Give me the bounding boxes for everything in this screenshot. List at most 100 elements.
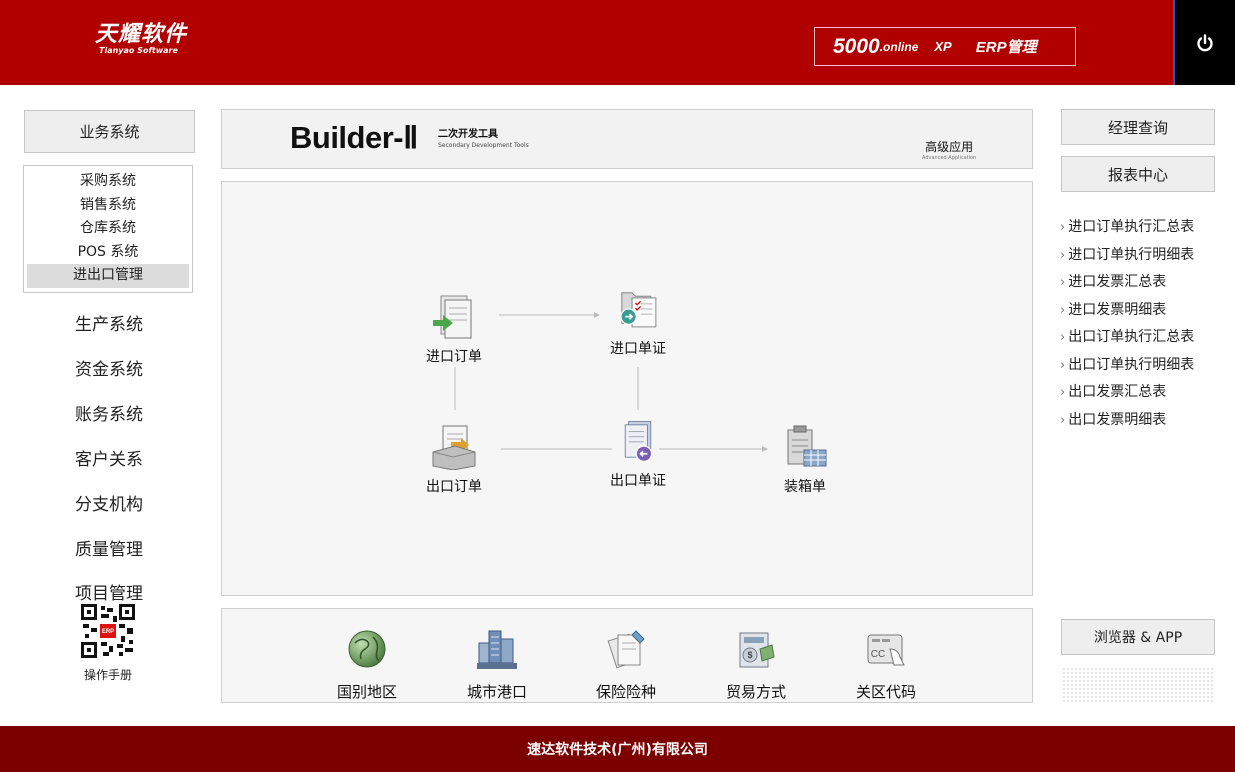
user-manual-label[interactable]: 操作手册 — [70, 666, 146, 683]
chevron-right-icon: › — [1060, 330, 1066, 345]
report-link[interactable]: › 出口订单执行汇总表 — [1060, 324, 1194, 352]
builder-subtitle-cn: 二次开发工具 — [438, 129, 498, 140]
chevron-right-icon: › — [1060, 275, 1066, 290]
tool-label-city-port: 城市港口 — [466, 683, 527, 701]
flow-label-export-document: 出口单证 — [610, 473, 666, 489]
workflow-connectors — [454, 312, 768, 452]
builder-banner[interactable]: Builder-Ⅱ 二次开发工具 Secondary Development T… — [221, 109, 1033, 169]
export-document-icon — [624, 420, 653, 463]
report-label: 进口订单执行明细表 — [1068, 246, 1195, 263]
sidebar-item-project[interactable]: 项目管理 — [23, 579, 195, 604]
flow-label-import-order: 进口订单 — [426, 349, 482, 365]
report-link[interactable]: › 进口发票汇总表 — [1060, 269, 1194, 297]
svg-text:CC: CC — [871, 649, 885, 660]
flow-node-import-document[interactable]: 进口单证 — [593, 286, 683, 358]
insurance-icon — [607, 630, 645, 669]
sidebar-item-accounting[interactable]: 账务系统 — [23, 400, 195, 425]
tool-trade-method[interactable]: $ 贸易方式 — [708, 627, 804, 702]
svg-text:ERP: ERP — [102, 629, 114, 635]
chevron-right-icon: › — [1060, 247, 1066, 263]
tool-label-trade-method: 贸易方式 — [725, 683, 786, 701]
tool-label-insurance: 保险险种 — [595, 683, 656, 701]
sidebar-item-funds[interactable]: 资金系统 — [23, 355, 195, 380]
customs-code-icon: CC — [867, 634, 905, 666]
submenu-item-warehouse[interactable]: 仓库系统 — [27, 217, 189, 241]
business-submenu: 采购系统 销售系统 仓库系统 POS 系统 进出口管理 — [23, 165, 193, 293]
flow-label-packing-list: 装箱单 — [784, 479, 826, 495]
power-button[interactable] — [1173, 0, 1235, 85]
city-port-icon — [477, 630, 517, 669]
chevron-right-icon: › — [1060, 385, 1066, 400]
sidebar-item-quality[interactable]: 质量管理 — [23, 535, 195, 560]
advanced-application[interactable]: 高级应用 Advanced Application — [922, 138, 976, 161]
power-icon — [1197, 33, 1213, 51]
builder-subtitle-en: Secondary Development Tools — [438, 142, 529, 149]
qr-code-icon[interactable]: ERP — [81, 604, 135, 658]
report-link[interactable]: › 出口发票汇总表 — [1060, 379, 1194, 407]
submenu-item-import-export[interactable]: 进出口管理 — [27, 264, 189, 288]
flow-node-packing-list[interactable]: 装箱单 — [760, 424, 850, 496]
trade-method-icon: $ — [739, 632, 775, 668]
sidebar-item-production[interactable]: 生产系统 — [23, 310, 195, 335]
brand-logo: 天耀软件 Tianyao Software — [95, 24, 187, 56]
basic-data-panel: 国别地区 城市港口 保险险种 $ 贸易方式 CC 关区代码 — [221, 608, 1033, 703]
import-order-icon — [433, 295, 472, 339]
report-label: 进口发票明细表 — [1068, 301, 1167, 318]
manager-query-button[interactable]: 经理查询 — [1061, 109, 1215, 145]
report-label: 进口发票汇总表 — [1068, 274, 1167, 290]
submenu-item-purchase[interactable]: 采购系统 — [27, 170, 189, 194]
version-online: .online — [879, 39, 919, 54]
report-link[interactable]: › 出口订单执行明细表 — [1060, 352, 1194, 380]
browser-app-button[interactable]: 浏览器 & APP — [1061, 619, 1215, 655]
flow-label-import-document: 进口单证 — [610, 341, 666, 357]
report-link[interactable]: › 进口订单执行明细表 — [1060, 242, 1194, 270]
advanced-label-en: Advanced Application — [922, 155, 977, 161]
export-order-icon — [432, 425, 476, 471]
tool-country-region[interactable]: 国别地区 — [319, 627, 415, 702]
top-header: 天耀软件 Tianyao Software 5000 .online XP ER… — [0, 0, 1235, 85]
tool-label-country-region: 国别地区 — [336, 683, 397, 701]
flow-node-export-order[interactable]: 出口订单 — [409, 424, 499, 496]
tool-customs-code[interactable]: CC 关区代码 — [838, 627, 934, 702]
version-xp: XP — [934, 39, 952, 54]
report-label: 出口发票汇总表 — [1068, 384, 1167, 400]
footer-bar: 速达软件技术(广州)有限公司 — [0, 726, 1235, 772]
flow-node-export-document[interactable]: 出口单证 — [593, 418, 683, 490]
advanced-label-cn: 高级应用 — [925, 140, 974, 154]
svg-text:$: $ — [747, 650, 752, 660]
report-label: 出口订单执行明细表 — [1068, 356, 1195, 373]
chevron-right-icon: › — [1060, 412, 1066, 428]
builder-title: Builder-Ⅱ — [290, 120, 418, 155]
business-system-button[interactable]: 业务系统 — [24, 110, 195, 153]
version-badge: 5000 .online XP ERP管理 — [814, 27, 1076, 66]
sidebar-item-customer[interactable]: 客户关系 — [23, 445, 195, 470]
tool-insurance[interactable]: 保险险种 — [578, 627, 674, 702]
report-list: › 进口订单执行汇总表 › 进口订单执行明细表 › 进口发票汇总表 › 进口发票明细表 … — [1060, 214, 1194, 434]
submenu-item-sales[interactable]: 销售系统 — [27, 194, 189, 218]
globe-icon — [348, 630, 386, 668]
sidebar-item-branch[interactable]: 分支机构 — [23, 490, 195, 515]
chevron-right-icon: › — [1060, 220, 1066, 235]
decorative-dot-pattern — [1062, 667, 1213, 702]
report-label: 出口发票明细表 — [1068, 411, 1167, 428]
workflow-panel: 进口订单 进口单证 出口订单 出口单证 装箱单 — [221, 181, 1033, 596]
logo-english: Tianyao Software — [99, 46, 178, 55]
report-link[interactable]: › 进口订单执行汇总表 — [1060, 214, 1194, 242]
flow-label-export-order: 出口订单 — [426, 479, 482, 495]
tool-city-port[interactable]: 城市港口 — [449, 627, 545, 702]
report-link[interactable]: › 出口发票明细表 — [1060, 407, 1194, 435]
logo-chinese: 天耀软件 — [95, 22, 188, 47]
packing-list-icon — [787, 425, 827, 467]
builder-subtitle: 二次开发工具 Secondary Development Tools — [438, 129, 529, 151]
version-number: 5000 — [833, 34, 880, 58]
chevron-right-icon: › — [1060, 357, 1066, 373]
report-link[interactable]: › 进口发票明细表 — [1060, 297, 1194, 325]
flow-node-import-order[interactable]: 进口订单 — [409, 294, 499, 366]
tool-label-customs-code: 关区代码 — [855, 683, 916, 701]
chevron-right-icon: › — [1060, 302, 1066, 318]
import-document-icon — [620, 292, 657, 328]
submenu-item-pos[interactable]: POS 系统 — [27, 241, 189, 265]
report-label: 进口订单执行汇总表 — [1068, 219, 1195, 235]
company-name: 速达软件技术(广州)有限公司 — [527, 742, 708, 758]
report-center-button[interactable]: 报表中心 — [1061, 156, 1215, 192]
